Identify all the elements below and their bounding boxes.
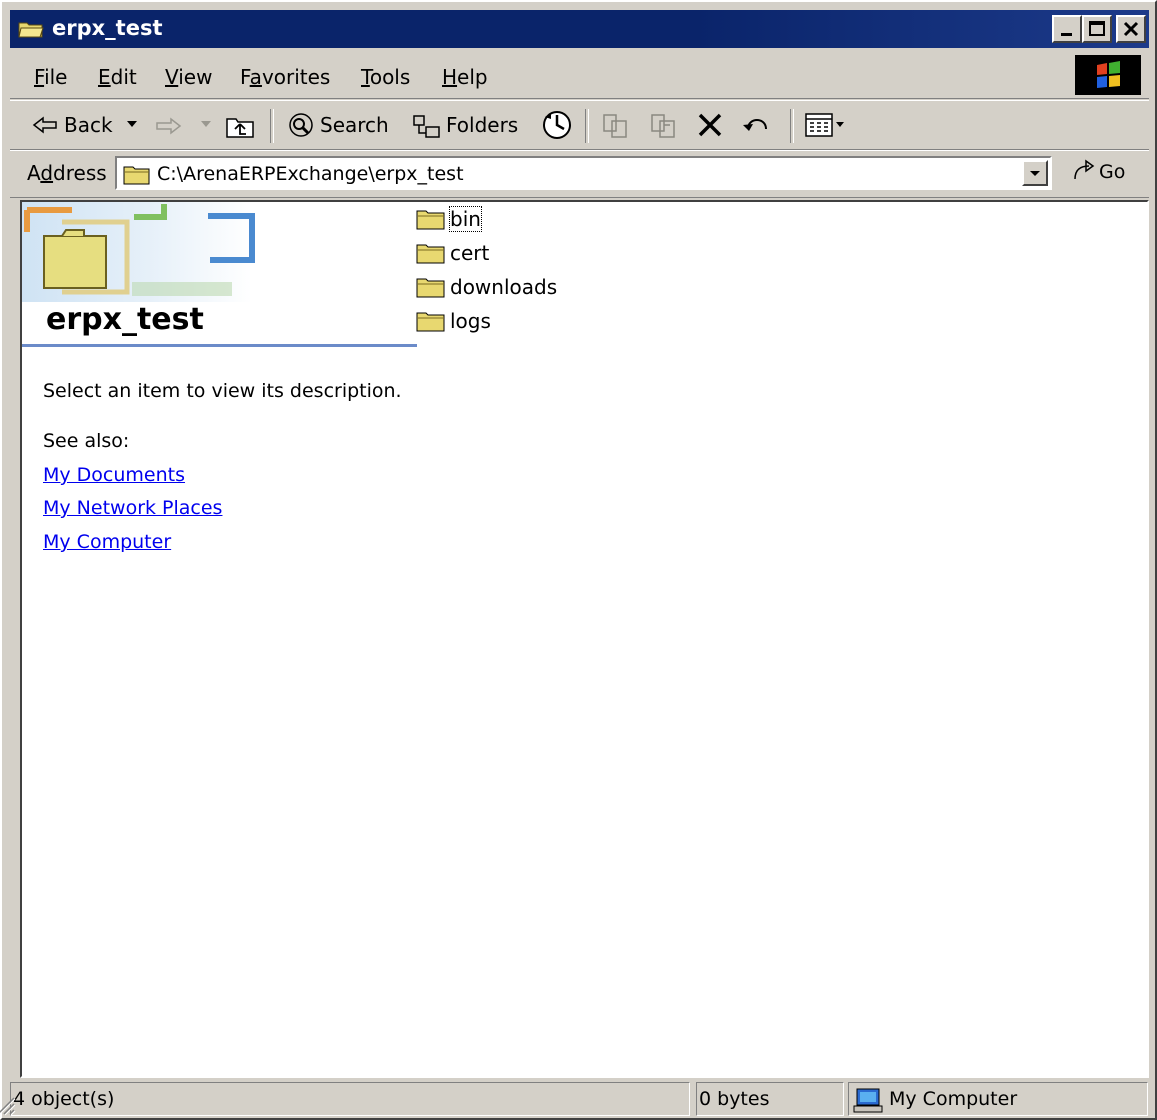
minimize-icon: [1061, 33, 1072, 36]
close-button[interactable]: [1116, 15, 1146, 43]
my-computer-icon: [853, 1088, 883, 1113]
forward-dropdown-icon[interactable]: [200, 119, 212, 129]
address-dropdown-button[interactable]: [1022, 160, 1048, 186]
minimize-button[interactable]: [1052, 15, 1082, 43]
toolbar-separator: [270, 109, 274, 143]
menu-help[interactable]: Help: [442, 65, 488, 89]
history-icon[interactable]: [540, 109, 574, 141]
maximize-button[interactable]: [1082, 15, 1112, 43]
webview-banner: erpx_test: [22, 202, 416, 348]
menu-bar: File Edit View Favorites Tools Help: [10, 52, 1149, 99]
back-dropdown-icon[interactable]: [126, 119, 138, 129]
menu-favorites[interactable]: Favorites: [240, 65, 330, 89]
menu-edit[interactable]: Edit: [98, 65, 137, 89]
address-field[interactable]: C:\ArenaERPExchange\erpx_test: [115, 156, 1052, 190]
windows-logo: [1075, 55, 1141, 95]
views-icon[interactable]: [804, 111, 852, 139]
maximize-icon: [1089, 21, 1105, 36]
folder-icon: [416, 278, 445, 298]
search-globe-icon: [289, 113, 313, 137]
chevron-down-icon: [1030, 171, 1040, 176]
copy-to-icon[interactable]: [648, 111, 678, 139]
resize-grip-icon[interactable]: [0, 1094, 16, 1116]
delete-icon[interactable]: [696, 111, 724, 139]
undo-icon[interactable]: [740, 111, 772, 139]
menu-tools[interactable]: Tools: [361, 65, 410, 89]
link-my-computer[interactable]: My Computer: [43, 531, 171, 553]
back-arrow-icon: [32, 116, 57, 134]
status-object-count: 4 object(s): [10, 1082, 690, 1116]
window-title: erpx_test: [52, 16, 163, 40]
title-bar[interactable]: erpx_test: [10, 10, 1149, 48]
folder-view[interactable]: erpx_test Select an item to view its des…: [20, 200, 1149, 1078]
see-also-label: See also:: [43, 430, 130, 452]
move-to-icon[interactable]: [600, 111, 630, 139]
status-zone: My Computer: [848, 1082, 1148, 1116]
folder-banner-graphic: [22, 202, 255, 302]
status-size: 0 bytes: [696, 1082, 844, 1116]
address-bar: Address C:\ArenaERPExchange\erpx_test Go: [10, 150, 1149, 198]
folder-icon: [18, 22, 44, 38]
close-icon: [1123, 21, 1139, 37]
link-my-network-places[interactable]: My Network Places: [43, 497, 222, 519]
banner-divider: [22, 344, 417, 347]
folder-icon: [416, 210, 445, 230]
toolbar-separator: [790, 109, 794, 143]
up-folder-icon[interactable]: [224, 113, 256, 139]
folder-icon: [123, 166, 150, 185]
menu-view[interactable]: View: [165, 65, 212, 89]
folder-icon: [416, 244, 445, 264]
folder-icon: [416, 312, 445, 332]
folders-tree-icon: [413, 115, 440, 138]
address-path: C:\ArenaERPExchange\erpx_test: [157, 163, 464, 185]
forward-arrow-icon[interactable]: [152, 116, 182, 136]
go-arrow-icon: [1074, 159, 1095, 180]
link-my-documents[interactable]: My Documents: [43, 464, 185, 486]
folder-title: erpx_test: [46, 302, 204, 337]
windows-flag-icon: [1097, 61, 1120, 88]
address-label: Address: [27, 161, 107, 185]
explorer-window: erpx_test File Edit View Favorites Tools…: [0, 0, 1157, 1120]
toolbar-separator: [585, 109, 589, 143]
standard-toolbar: Back Search Folders: [10, 100, 1149, 150]
description-text: Select an item to view its description.: [43, 380, 402, 402]
menu-file[interactable]: File: [34, 65, 67, 89]
